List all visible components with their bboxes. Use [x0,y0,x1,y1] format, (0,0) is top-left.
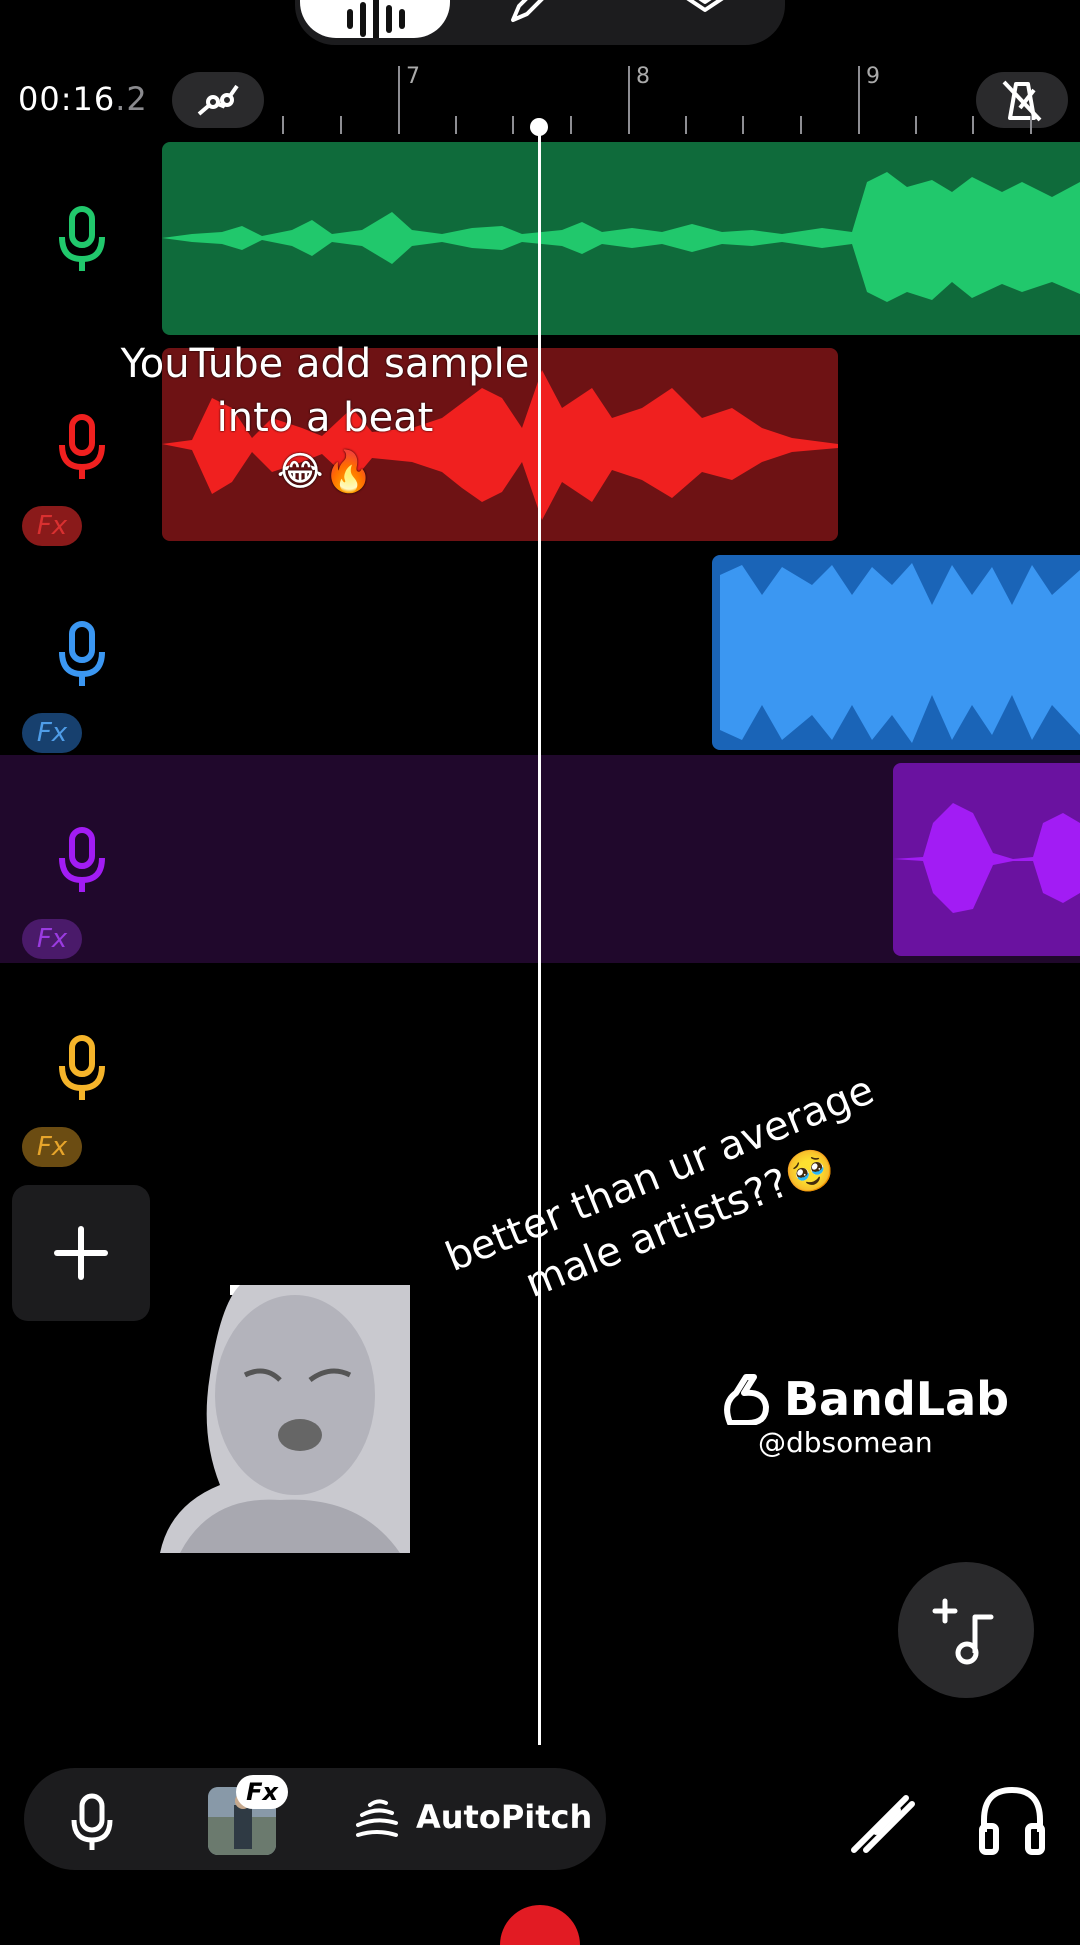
ruler-minor-tick [685,116,687,134]
caption-sample: YouTube add sample into a beat 😂🔥 [120,341,530,495]
playhead[interactable] [538,128,541,1745]
ruler-minor-tick [1030,116,1032,134]
ruler-minor-tick [512,116,514,134]
ruler-minor-tick [915,116,917,134]
track-3-waveform [720,563,1080,743]
track-5-fx-badge[interactable]: Fx [22,1127,82,1167]
ruler-minor-tick [742,116,744,134]
track-4-region[interactable] [893,763,1080,956]
track-4-fx-badge[interactable]: Fx [22,919,82,959]
add-track-button[interactable] [12,1185,150,1321]
autopitch-icon [356,1799,398,1837]
tuning-fork-icon [851,1795,915,1853]
bandlab-brand: BandLab [784,1372,1010,1426]
autopitch-button[interactable]: AutoPitch [352,1795,592,1839]
headphones-button[interactable] [976,1782,1048,1858]
ruler-minor-tick [340,116,342,134]
add-music-note-icon [932,1598,994,1665]
plus-icon [54,1226,108,1280]
ruler-minor-tick [800,116,802,134]
record-button[interactable] [500,1905,580,1945]
ruler-minor-tick [972,116,974,134]
ruler-minor-tick [455,116,457,134]
ruler-major-tick [858,66,860,134]
bandlab-handle: @dbsomean [758,1426,933,1459]
tuner-button[interactable] [846,1782,922,1858]
track-2-fx-badge[interactable]: Fx [22,506,82,546]
bandlab-watermark: BandLab @dbsomean [720,1372,1020,1459]
add-loop-button[interactable] [898,1562,1034,1698]
track-3-mic-icon[interactable] [52,620,112,690]
caption-artists: better than ur average male artists??🥹 [439,1067,881,1308]
fx-chip[interactable]: Fx [236,1775,288,1809]
ruler-major-tick [398,66,400,134]
playhead-handle[interactable] [530,118,548,136]
track-1-mic-icon[interactable] [52,205,112,275]
ruler-minor-tick [282,116,284,134]
track-1-waveform [162,172,1080,302]
track-3-fx-badge[interactable]: Fx [22,713,82,753]
autopitch-label: AutoPitch [416,1798,593,1836]
track-5-mic-icon[interactable] [52,1034,112,1104]
ruler-major-tick [628,66,630,134]
track-3-region[interactable] [712,555,1080,750]
track-1-region[interactable] [162,142,1080,335]
input-mic-button[interactable] [60,1790,124,1854]
track-4-waveform [893,803,1080,913]
headphones-icon [979,1786,1045,1855]
mic-icon [71,1793,113,1850]
track-4-mic-icon[interactable] [52,826,112,896]
bandlab-logo-icon [724,1374,769,1425]
reaction-baby-image [160,1285,410,1553]
ruler-minor-tick [570,116,572,134]
